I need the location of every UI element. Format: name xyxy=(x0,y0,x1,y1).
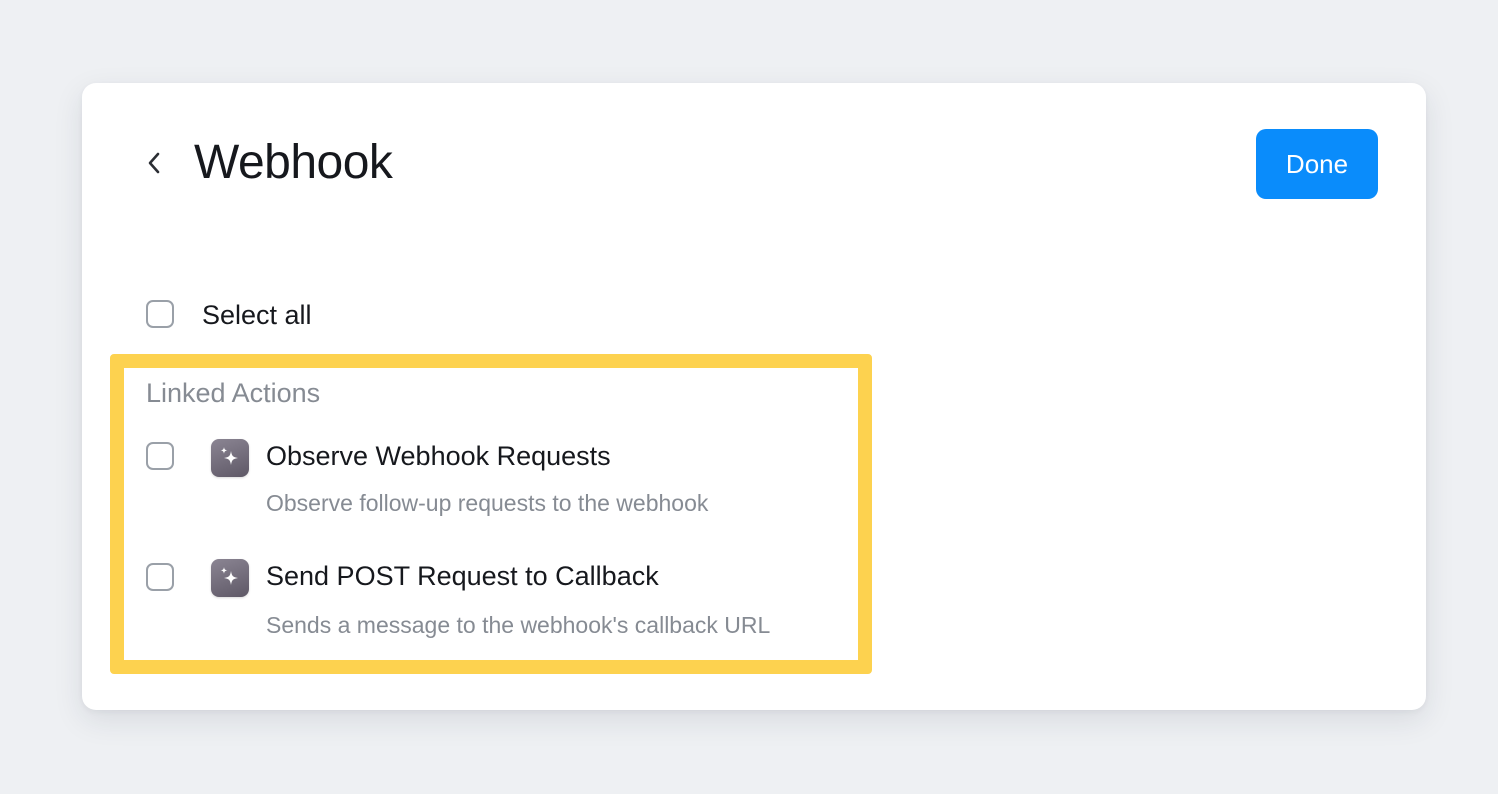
send-post-request-checkbox[interactable] xyxy=(146,563,174,591)
observe-webhook-requests-checkbox[interactable] xyxy=(146,442,174,470)
chevron-left-icon xyxy=(148,152,160,174)
action-title: Observe Webhook Requests xyxy=(266,441,611,471)
done-button[interactable]: Done xyxy=(1256,129,1378,199)
action-title: Send POST Request to Callback xyxy=(266,561,659,591)
select-all-label: Select all xyxy=(202,300,312,330)
sparkle-icon xyxy=(211,439,249,477)
page-title: Webhook xyxy=(194,136,393,189)
select-all-checkbox[interactable] xyxy=(146,300,174,328)
back-button[interactable] xyxy=(138,145,170,181)
webhook-card: Webhook Done Select all Linked Actions O… xyxy=(82,83,1426,710)
linked-actions-heading: Linked Actions xyxy=(146,378,321,408)
action-description: Observe follow-up requests to the webhoo… xyxy=(266,490,709,516)
sparkle-icon xyxy=(211,559,249,597)
action-description: Sends a message to the webhook's callbac… xyxy=(266,612,771,638)
